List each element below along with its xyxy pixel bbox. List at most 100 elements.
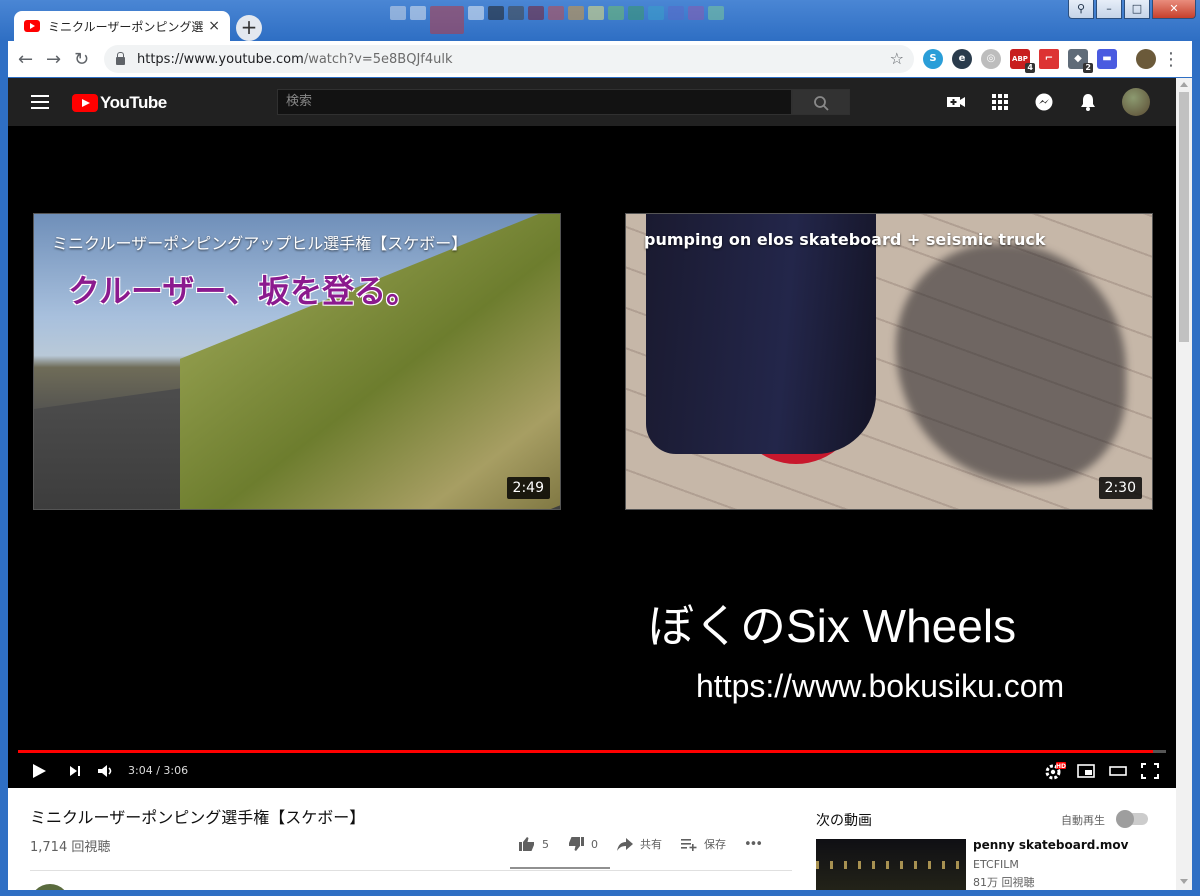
- maximize-button[interactable]: □: [1124, 0, 1150, 19]
- dislike-count: 0: [591, 837, 598, 851]
- fullscreen-icon[interactable]: [1140, 761, 1160, 781]
- dislike-button[interactable]: 0: [567, 836, 598, 852]
- endscreen-video-card-1[interactable]: ミニクルーザーポンピングアップヒル選手権【スケボー】 クルーザー、坂を登る。 2…: [33, 213, 561, 510]
- browser-menu-icon[interactable]: ⋮: [1162, 49, 1180, 70]
- miniplayer-icon[interactable]: [1076, 761, 1096, 781]
- new-tab-button[interactable]: +: [236, 15, 262, 41]
- endscreen-card-title: ミニクルーザーポンピングアップヒル選手権【スケボー】: [52, 234, 468, 253]
- thumbnail-grass: [180, 214, 560, 509]
- next-video-icon[interactable]: [66, 761, 84, 781]
- evernote-extension-icon[interactable]: e: [952, 49, 972, 69]
- share-arrow-icon: [617, 838, 633, 851]
- minimize-button[interactable]: –: [1096, 0, 1122, 19]
- volume-icon[interactable]: [96, 761, 116, 781]
- duration-badge: 2:30: [1098, 477, 1142, 499]
- scroll-up-arrow-icon[interactable]: [1180, 82, 1188, 87]
- next-video-views: 81万 回視聴: [973, 876, 1035, 889]
- tab-close-icon[interactable]: ×: [208, 18, 220, 34]
- reload-icon[interactable]: ↻: [74, 49, 89, 70]
- desktop-background: [390, 6, 724, 36]
- time-display: 3:04 / 3:06: [128, 764, 189, 777]
- thumbnail-lights: [816, 861, 966, 869]
- chat-extension-icon[interactable]: ▬: [1097, 49, 1117, 69]
- playlist-add-icon: [681, 839, 697, 851]
- share-label: 共有: [640, 838, 662, 851]
- forward-arrow-icon[interactable]: →: [46, 49, 61, 70]
- next-video-title[interactable]: penny skateboard.mov: [973, 838, 1128, 852]
- view-count: 1,714 回視聴: [30, 840, 111, 855]
- up-next-label: 次の動画: [816, 813, 872, 829]
- thumbs-down-icon: [569, 837, 584, 851]
- save-button[interactable]: 保存: [680, 836, 726, 852]
- video-actions: 5 0 共有 保存 •••: [518, 836, 763, 852]
- skype-extension-icon[interactable]: S: [923, 49, 943, 69]
- profile-switch-icon[interactable]: ⚲: [1068, 0, 1094, 19]
- endscreen-card-title: pumping on elos skateboard + seismic tru…: [644, 230, 1046, 249]
- account-avatar[interactable]: [1122, 88, 1150, 116]
- tab-strip: ミニクルーザーポンピング選手権 × + ⚲ – □ ✕: [0, 0, 1200, 41]
- autoplay-toggle[interactable]: [1116, 810, 1148, 828]
- divider: [30, 870, 792, 871]
- search-button[interactable]: [792, 89, 850, 115]
- channel-avatar[interactable]: [30, 884, 70, 890]
- scrollbar-thumb[interactable]: [1179, 92, 1189, 342]
- youtube-page: YouTube 検索 ミニクルーザーポンピングアップヒル選手権【スケボー】 クル…: [8, 78, 1192, 890]
- search-input[interactable]: 検索: [277, 89, 792, 115]
- url-text[interactable]: https://www.youtube.com/watch?v=5e8BQJf4…: [137, 52, 453, 67]
- circle-extension-icon[interactable]: ◎: [981, 49, 1001, 69]
- thumbnail-leg: [646, 214, 876, 454]
- bookmark-star-icon[interactable]: ☆: [890, 49, 904, 68]
- next-video-channel: ETCFILM: [973, 858, 1019, 871]
- save-label: 保存: [704, 838, 726, 851]
- profile-avatar-icon[interactable]: [1136, 49, 1156, 69]
- like-button[interactable]: 5: [518, 836, 549, 852]
- video-player[interactable]: ミニクルーザーポンピングアップヒル選手権【スケボー】 クルーザー、坂を登る。 2…: [8, 126, 1176, 788]
- shield-extension-icon[interactable]: ◆ 2: [1068, 49, 1093, 73]
- like-count: 5: [542, 837, 549, 851]
- thumbnail-shadow: [896, 244, 1126, 484]
- hamburger-menu-icon[interactable]: [31, 95, 49, 109]
- thumbs-up-icon: [519, 837, 534, 851]
- back-arrow-icon[interactable]: ←: [18, 49, 33, 70]
- autoplay-label: 自動再生: [1061, 814, 1105, 827]
- pdf-extension-icon[interactable]: ⌐: [1039, 49, 1059, 69]
- extension-icons: S e ◎ ABP 4 ⌐ ◆ 2 ▬: [923, 49, 1156, 73]
- endscreen-brand-text: ぼくのSix Wheels: [648, 600, 1017, 652]
- address-bar[interactable]: https://www.youtube.com/watch?v=5e8BQJf4…: [104, 45, 914, 73]
- theater-mode-icon[interactable]: [1108, 761, 1128, 781]
- messages-icon[interactable]: [1034, 92, 1054, 112]
- header-actions: [946, 92, 1098, 112]
- youtube-favicon-icon: [24, 20, 40, 32]
- video-title: ミニクルーザーポンピング選手権【スケボー】: [30, 808, 366, 827]
- more-actions-button[interactable]: •••: [744, 836, 763, 852]
- settings-gear-icon[interactable]: HD: [1044, 761, 1066, 781]
- hd-badge: HD: [1056, 763, 1066, 770]
- tab-title: ミニクルーザーポンピング選手権: [48, 19, 204, 34]
- page-scrollbar[interactable]: [1176, 78, 1192, 890]
- progress-bar[interactable]: [18, 750, 1166, 753]
- youtube-logo[interactable]: YouTube: [72, 93, 167, 113]
- window-controls: ⚲ – □ ✕: [1068, 0, 1196, 19]
- browser-tab-active[interactable]: ミニクルーザーポンピング選手権 ×: [14, 11, 230, 41]
- youtube-play-logo-icon: [72, 94, 98, 112]
- sentiment-bar: [510, 867, 610, 869]
- close-window-button[interactable]: ✕: [1152, 0, 1196, 19]
- lock-icon: [116, 51, 125, 65]
- create-video-icon[interactable]: [946, 92, 966, 112]
- apps-grid-icon[interactable]: [990, 92, 1010, 112]
- progress-bar-fill: [18, 750, 1154, 753]
- browser-window: ミニクルーザーポンピング選手権 × + ⚲ – □ ✕ ← → ↻ https:…: [0, 0, 1200, 896]
- scroll-down-arrow-icon[interactable]: [1180, 879, 1188, 884]
- endscreen-video-card-2[interactable]: pumping on elos skateboard + seismic tru…: [625, 213, 1153, 510]
- thumbnail-overlay-text: クルーザー、坂を登る。: [68, 272, 419, 310]
- more-dots-icon: •••: [744, 836, 763, 852]
- adblock-extension-icon[interactable]: ABP 4: [1010, 49, 1035, 73]
- youtube-header: YouTube 検索: [8, 78, 1176, 126]
- next-video-thumbnail[interactable]: [816, 839, 966, 890]
- play-icon[interactable]: [30, 761, 48, 781]
- endscreen-brand-url: https://www.bokusiku.com: [696, 668, 1065, 704]
- player-controls: 3:04 / 3:06 HD: [8, 758, 1176, 786]
- notifications-bell-icon[interactable]: [1078, 92, 1098, 112]
- share-button[interactable]: 共有: [616, 836, 662, 852]
- youtube-wordmark: YouTube: [100, 93, 167, 112]
